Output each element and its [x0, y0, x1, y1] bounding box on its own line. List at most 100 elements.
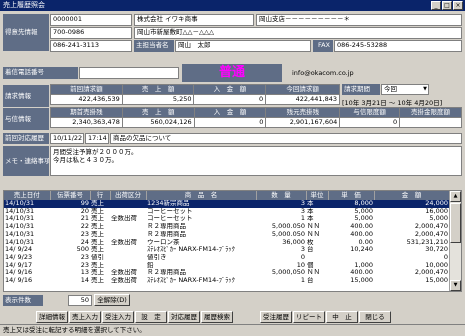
cancel-button[interactable]: 中 止 [326, 311, 358, 323]
table-cell: ＮＮ [307, 223, 320, 231]
billing-table: 前回請求額 売 上 額 入 金 額 今回請求額 422,436,539 5,25… [50, 84, 340, 105]
list-header[interactable]: 伝票番号 [50, 191, 91, 200]
list-scrollbar[interactable]: ▲ ▼ [449, 191, 461, 291]
billing-value: 5,250 [121, 94, 195, 105]
table-cell: 99 [50, 200, 90, 208]
credit-table: 期首売掛残 売 上 額 入 金 額 残元売掛残 与信限度額 売掛金限度額 2,3… [50, 107, 462, 128]
credit-header: 売 上 額 [121, 107, 195, 118]
table-cell [110, 246, 146, 254]
incoming-phone-input[interactable] [79, 67, 179, 79]
last-contact-note: 商品の欠品について [110, 133, 462, 144]
table-cell [110, 200, 146, 208]
table-cell: 0 [300, 253, 305, 261]
table-cell: コーヒーセット [147, 207, 193, 215]
table-cell: 売上 [91, 246, 104, 254]
table-cell [110, 223, 146, 231]
chevron-down-icon[interactable]: ▼ [423, 85, 427, 94]
list-header[interactable]: 単 価 [328, 191, 375, 200]
list-header[interactable]: 金 額 [374, 191, 450, 200]
table-cell: 15,000 [350, 277, 373, 285]
billing-value: 422,441,843 [265, 94, 340, 105]
credit-label: 与信情報 [3, 108, 49, 130]
table-cell: 14/ 9/17 [5, 261, 33, 269]
table-cell: 24 [80, 238, 89, 246]
table-cell: 22 [80, 223, 89, 231]
table-cell: 5,000 [354, 207, 373, 215]
sales-input-button[interactable]: 売上入力 [69, 311, 101, 323]
table-cell: 売上 [91, 238, 104, 246]
list-header[interactable]: 出荷区分 [110, 191, 147, 200]
clear-all-button[interactable]: 全解除(D) [94, 294, 130, 306]
table-cell: 売上 [91, 223, 104, 231]
table-cell: 2,000,470 [414, 223, 448, 231]
table-row[interactable]: 14/10/31 24 売上 全数出荷 ウーロン茶 36,000 枚 0.00 531,231,… [4, 239, 449, 247]
display-count-input[interactable]: 50 [68, 295, 92, 306]
table-row[interactable]: 14/ 9/23 23 値引 値引き 0 0 [4, 254, 449, 262]
customer-status-badge: 普通 [182, 64, 282, 82]
table-cell: 全数出荷 [111, 238, 137, 246]
settings-button[interactable]: 設 定 [135, 311, 167, 323]
table-cell: 531,231,210 [406, 238, 448, 246]
table-cell: Ｒ２専用商品 [147, 269, 186, 277]
table-cell: 全数出荷 [111, 269, 137, 277]
table-cell: 14/10/31 [5, 223, 35, 231]
repeat-button[interactable]: リピート [293, 311, 325, 323]
table-row[interactable]: 14/10/31 21 売上 全数出荷 コーヒーセット 1 本 5,000 5,000 [4, 215, 449, 223]
minimize-icon[interactable]: _ [431, 1, 441, 10]
scroll-up-icon[interactable]: ▲ [450, 191, 461, 202]
staff-label: 主担当者名 [134, 40, 174, 52]
history-search-button[interactable]: 履歴検索 [201, 311, 233, 323]
table-row[interactable]: 14/ 9/16 13 売上 全数出荷 Ｒ２専用商品 5,000,050 ＮＮ 400.00 2… [4, 269, 449, 277]
close-icon[interactable]: × [453, 1, 463, 10]
billing-header: 今回請求額 [265, 84, 340, 95]
close-button[interactable]: 閉じる [359, 311, 391, 323]
table-row[interactable]: 14/10/31 23 売上 Ｒ２専用商品 5,000.050 ＮＮ 400.00 2,000… [4, 231, 449, 239]
list-header[interactable]: 数 量 [256, 191, 307, 200]
table-cell: 500 [76, 246, 89, 254]
table-cell: 全数出荷 [111, 215, 137, 223]
table-cell [110, 231, 146, 239]
memo-line: 月間受注予算が２０００万。 [53, 148, 138, 156]
order-history-button[interactable]: 受注履歴 [260, 311, 292, 323]
table-cell: 14/10/31 [4, 200, 50, 208]
detail-info-button[interactable]: 詳細情報 [36, 311, 68, 323]
table-row[interactable]: 14/ 9/17 23 売上 鉛 10 個 1,000 10,000 [4, 262, 449, 270]
table-cell: 14/10/31 [5, 238, 35, 246]
table-cell: 8,000 [328, 200, 374, 208]
table-cell: 台 [307, 246, 314, 254]
window-titlebar[interactable]: 売上履歴照会 _ □ × [0, 0, 465, 11]
table-row[interactable]: 14/10/31 22 売上 Ｒ２専用商品 5,000.050 ＮＮ 400.00 2,000… [4, 223, 449, 231]
table-cell: 2,000,470 [414, 230, 448, 238]
table-cell: 3 [256, 200, 306, 208]
table-row[interactable]: 14/10/31 99 売上 1234新宗商品 3 本 8,000 24,000 [4, 200, 449, 208]
list-header[interactable]: 単位 [306, 191, 329, 200]
table-cell: 売上 [91, 215, 104, 223]
customer-address: 岡山市新屋敷町△△－△△△ [134, 27, 462, 39]
list-header[interactable]: 売上日付 [4, 191, 51, 200]
scroll-thumb[interactable] [450, 203, 461, 243]
contact-history-button[interactable]: 対応履歴 [168, 311, 200, 323]
sales-history-list[interactable]: 売上日付 伝票番号 行 出荷区分 商 品 名 数 量 単位 単 価 金 額 14… [3, 190, 462, 292]
billing-header: 入 金 額 [193, 84, 267, 95]
list-header[interactable]: 行 [90, 191, 111, 200]
table-row[interactable]: 14/10/31 20 売上 コーヒーセット 3 本 5,000 16,000 [4, 208, 449, 216]
table-cell: 売上 [91, 230, 104, 238]
table-cell [110, 262, 146, 270]
last-contact-label: 前回対応履歴 [3, 133, 49, 144]
table-cell: 23 [80, 253, 89, 261]
list-header[interactable]: 商 品 名 [146, 191, 257, 200]
table-cell: 3 [300, 246, 305, 254]
table-cell: 14/ 9/16 [5, 269, 33, 277]
table-row[interactable]: 14/ 9/16 14 売上 全数出荷 ｽﾃﾚｵｽﾋﾟｶｰ NARX-FM14-ﾌﾞﾗｯ… [4, 277, 449, 285]
memo-textarea[interactable]: 月間受注予算が２０００万。 今月は私と４３０万。 [50, 146, 462, 176]
table-cell: 400.00 [350, 230, 373, 238]
credit-header: 入 金 額 [193, 107, 267, 118]
maximize-icon[interactable]: □ [442, 1, 452, 10]
scroll-down-icon[interactable]: ▼ [450, 280, 461, 291]
order-input-button[interactable]: 受注入力 [102, 311, 134, 323]
table-cell: ＮＮ [307, 269, 320, 277]
billing-period-select[interactable]: 今回 ▼ [381, 84, 429, 95]
table-row[interactable]: 14/ 9/24 500 売上 ｽﾃﾚｵｽﾋﾟｶｰ NARX-FM14-ﾌﾞﾗｯｸ 3 台… [4, 246, 449, 254]
table-cell: 400.00 [350, 269, 373, 277]
customer-postal: 700-0986 [50, 27, 132, 39]
